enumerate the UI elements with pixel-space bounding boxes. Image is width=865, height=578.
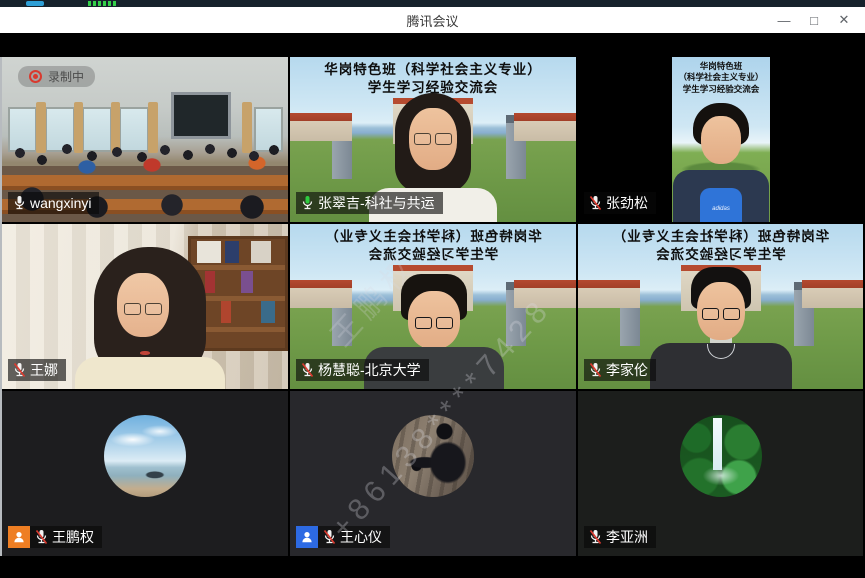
participant-name: 王娜: [30, 360, 58, 380]
meeting-banner-small: 华岗特色班 （科学社会主义专业） 学生学习经验交流会: [672, 61, 770, 95]
participant-label: 张劲松: [584, 192, 656, 214]
portrait-video: 华岗特色班 （科学社会主义专业） 学生学习经验交流会 adidas: [672, 57, 770, 222]
video-tile-wangxinyi[interactable]: 录制中 wangxinyi: [2, 57, 288, 222]
participant-name: 李亚洲: [606, 527, 648, 547]
mic-muted-icon: [589, 195, 602, 211]
minimize-button[interactable]: —: [769, 7, 799, 33]
mic-active-icon: [301, 195, 314, 211]
video-tile-wangpengquan[interactable]: 王鹏权: [2, 391, 288, 556]
participant-name: 王鹏权: [52, 527, 94, 547]
window-title: 腾讯会议: [406, 11, 458, 30]
glasses-shape: [702, 308, 740, 320]
meeting-banner-mirrored: 华岗特色班（科学社会主义专业） 学生学习经验交流会: [290, 228, 576, 264]
participant-label: 杨慧聪-北京大学: [296, 359, 429, 381]
participant-figure: [646, 267, 796, 389]
participant-label: 李亚洲: [584, 526, 656, 548]
taskbar-blue-indicator: [26, 1, 44, 6]
participant-label: 王鹏权: [8, 526, 102, 548]
participant-name: 张劲松: [606, 193, 648, 213]
video-tile-wangxinyi2[interactable]: 王心仪: [290, 391, 576, 556]
mic-muted-icon: [13, 362, 26, 378]
taskbar-green-indicator: [88, 1, 116, 6]
avatar-waterfall-photo: [680, 415, 762, 497]
video-tile-wangna[interactable]: 王娜: [2, 224, 288, 389]
avatar-winter-photo: [392, 415, 474, 497]
participant-label: 王娜: [8, 359, 66, 381]
mic-muted-icon: [323, 529, 336, 545]
participant-name: 王心仪: [340, 527, 382, 547]
glasses-shape: [414, 133, 452, 145]
window-controls: — □ ✕: [769, 7, 859, 33]
record-icon: [29, 70, 42, 83]
participant-name: 张翠吉-科社与共运: [318, 193, 435, 213]
glasses-shape: [415, 317, 453, 329]
lips-shape: [140, 351, 150, 355]
jacket-shape: adidas: [673, 170, 769, 222]
participant-name: wangxinyi: [30, 195, 91, 211]
recording-label: 录制中: [48, 68, 84, 85]
recording-indicator: 录制中: [18, 66, 95, 87]
participant-label: 张翠吉-科社与共运: [296, 192, 443, 214]
shirt-text: adidas: [712, 206, 730, 212]
video-tile-lijialun[interactable]: 华岗特色班（科学社会主义专业） 学生学习经验交流会 李家伦: [578, 224, 863, 389]
meeting-banner: 华岗特色班（科学社会主义专业） 学生学习经验交流会: [290, 61, 576, 97]
close-button[interactable]: ✕: [829, 7, 859, 33]
torso-shape: [650, 343, 792, 389]
participant-name: 杨慧聪-北京大学: [318, 360, 421, 380]
glasses-shape: [124, 303, 162, 315]
meeting-banner-mirrored: 华岗特色班（科学社会主义专业） 学生学习经验交流会: [578, 228, 863, 264]
necklace-shape: [707, 344, 735, 359]
video-tile-yanghuicong[interactable]: 华岗特色班（科学社会主义专业） 学生学习经验交流会 杨慧聪-北京大学: [290, 224, 576, 389]
video-tile-zhangjinsong[interactable]: 华岗特色班 （科学社会主义专业） 学生学习经验交流会 adidas 张劲松: [578, 57, 863, 222]
video-tile-zhangcuiji[interactable]: 华岗特色班（科学社会主义专业） 学生学习经验交流会 张翠吉-科社与共运: [290, 57, 576, 222]
meeting-video-grid: 录制中 wangxinyi 华岗特色班（科学社会主义专业） 学生学习经验交流会: [0, 33, 865, 578]
mic-muted-icon: [301, 362, 314, 378]
mic-icon: [13, 195, 26, 211]
mic-muted-icon: [589, 362, 602, 378]
window-titlebar[interactable]: 腾讯会议 — □ ✕: [0, 7, 865, 33]
participant-label: wangxinyi: [8, 192, 99, 214]
face-shape: [701, 116, 741, 164]
tshirt-shape: [700, 188, 742, 222]
video-tile-liyazhou[interactable]: 李亚洲: [578, 391, 863, 556]
participant-figure: [65, 247, 235, 389]
desktop-strip: [0, 0, 865, 7]
participant-label: 王心仪: [296, 526, 390, 548]
member-badge-icon: [296, 526, 318, 548]
participant-label: 李家伦: [584, 359, 656, 381]
mic-muted-icon: [589, 529, 602, 545]
participant-name: 李家伦: [606, 360, 648, 380]
participant-figure: adidas: [672, 103, 770, 222]
torso-shape: [75, 357, 225, 389]
avatar-beach-photo: [104, 415, 186, 497]
host-badge-icon: [8, 526, 30, 548]
mic-muted-icon: [35, 529, 48, 545]
maximize-button[interactable]: □: [799, 7, 829, 33]
